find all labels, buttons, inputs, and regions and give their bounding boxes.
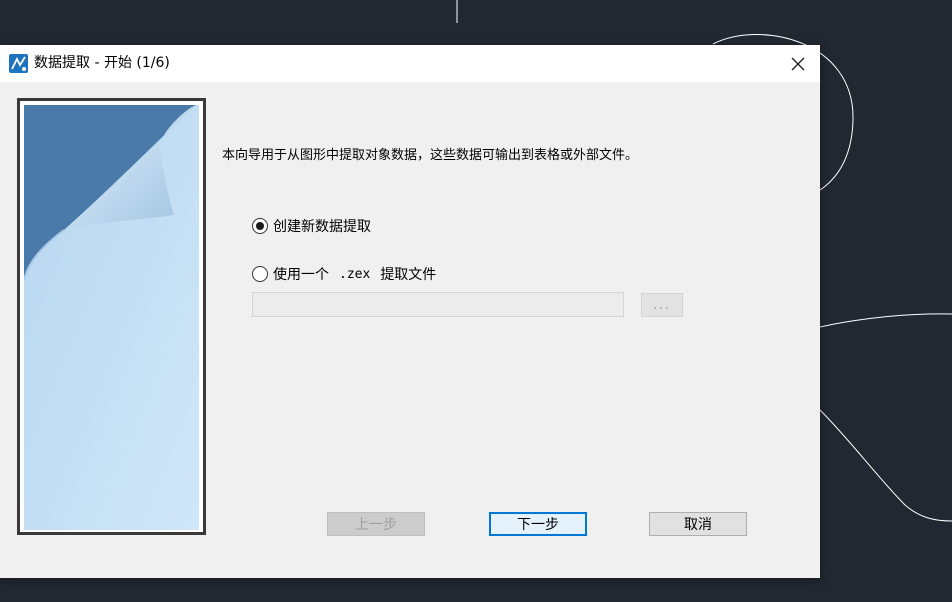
title-bar: 数据提取 - 开始 (1/6) xyxy=(0,45,820,82)
cancel-button[interactable]: 取消 xyxy=(649,512,747,536)
data-extraction-dialog: 数据提取 - 开始 (1/6) 本向导用于从图形中提取对象数据，这些数据可输出到… xyxy=(0,45,820,578)
create-new-extraction-option[interactable]: 创建新数据提取 xyxy=(252,216,371,236)
back-button[interactable]: 上一步 xyxy=(327,512,425,536)
use-existing-extraction-option[interactable]: 使用一个 .zex 提取文件 xyxy=(252,264,436,284)
create-new-label: 创建新数据提取 xyxy=(273,219,371,235)
intro-text: 本向导用于从图形中提取对象数据，这些数据可输出到表格或外部文件。 xyxy=(222,148,639,163)
close-button[interactable] xyxy=(776,45,820,82)
window-title: 数据提取 - 开始 (1/6) xyxy=(34,55,170,71)
page-curl-illustration xyxy=(24,105,199,530)
radio-use-existing[interactable] xyxy=(252,266,268,282)
use-existing-label-ext: .zex xyxy=(339,266,371,282)
close-icon xyxy=(791,57,805,70)
browse-button[interactable]: ... xyxy=(641,293,683,317)
wizard-side-image xyxy=(17,98,206,535)
use-existing-label-prefix: 使用一个 xyxy=(273,267,329,283)
data-extraction-app-icon xyxy=(9,54,28,73)
use-existing-label-suffix: 提取文件 xyxy=(380,267,437,283)
radio-create-new[interactable] xyxy=(252,218,268,234)
extraction-file-path-input[interactable] xyxy=(252,292,624,317)
next-button[interactable]: 下一步 xyxy=(489,512,587,536)
